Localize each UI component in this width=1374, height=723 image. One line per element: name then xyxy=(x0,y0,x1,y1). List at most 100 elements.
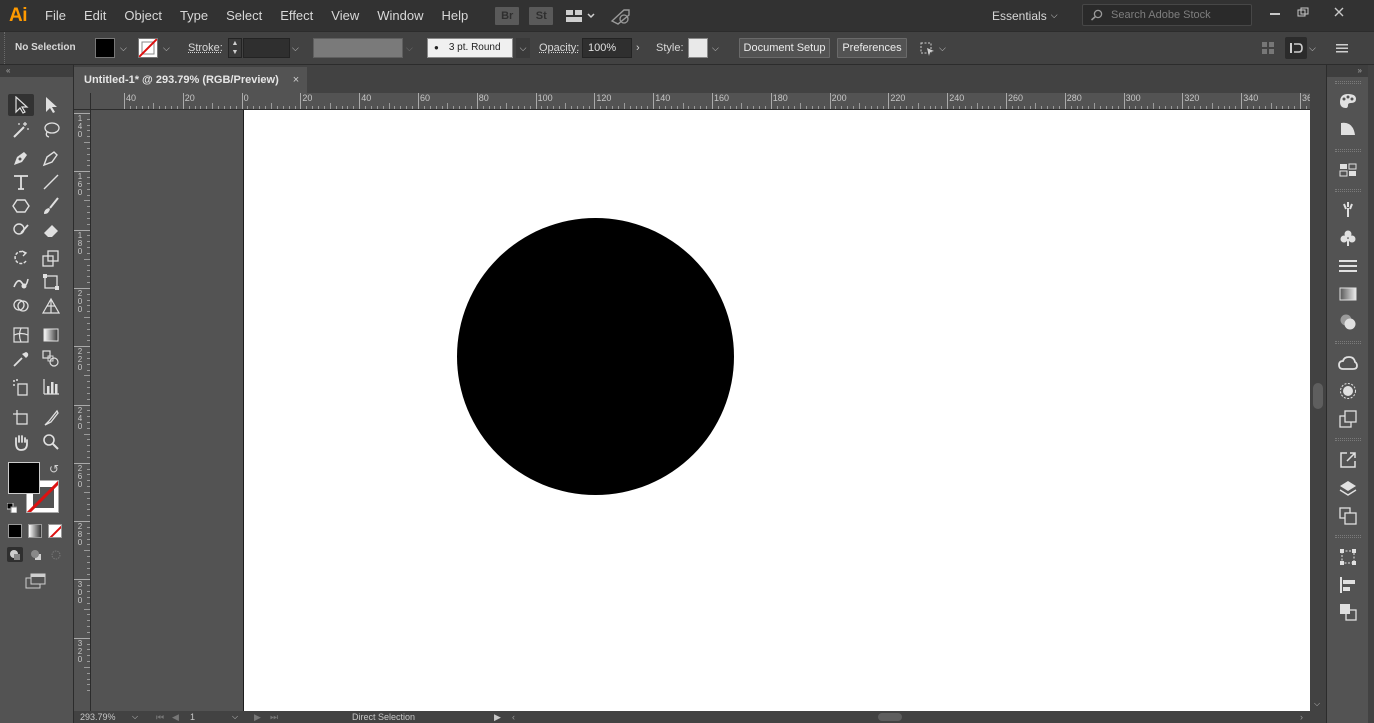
next-artboard-icon[interactable]: ▶ xyxy=(254,712,261,723)
stock-search[interactable] xyxy=(1082,4,1252,26)
select-similar-button[interactable] xyxy=(917,38,937,58)
zoom-chevron-icon[interactable]: ⌵ xyxy=(132,712,138,722)
column-graph-tool[interactable] xyxy=(38,376,64,398)
none-mode-button[interactable] xyxy=(48,524,62,538)
gradient-tool[interactable] xyxy=(38,324,64,346)
stroke-dropdown-chevron-icon[interactable]: ⌵ xyxy=(163,38,170,58)
current-tool-status[interactable]: Direct Selection xyxy=(352,712,415,722)
curvature-tool[interactable] xyxy=(38,147,64,169)
transparency-panel-button[interactable] xyxy=(1336,311,1360,333)
opacity-chevron-right-icon[interactable]: › xyxy=(636,38,640,58)
zoom-level-field[interactable]: 293.79% xyxy=(80,712,116,722)
line-segment-tool[interactable] xyxy=(38,171,64,193)
brushes-panel-button[interactable] xyxy=(1336,198,1360,220)
status-menu-arrow-icon[interactable]: ▶ xyxy=(494,712,501,723)
arrange-documents-button[interactable] xyxy=(563,7,599,25)
artboard-tool[interactable] xyxy=(8,407,34,429)
symbols-panel-button[interactable] xyxy=(1336,227,1360,249)
stroke-weight-stepper[interactable]: ▲ ▼ xyxy=(228,38,242,58)
close-button[interactable] xyxy=(1322,0,1356,24)
draw-inside-button[interactable] xyxy=(48,547,64,562)
dock-grip[interactable] xyxy=(1335,81,1361,84)
color-panel-button[interactable] xyxy=(1336,90,1360,112)
control-bar-grip[interactable] xyxy=(4,32,8,64)
artboards-panel-button[interactable] xyxy=(1336,505,1360,527)
restore-button[interactable] xyxy=(1286,0,1320,24)
menu-type[interactable]: Type xyxy=(171,0,217,31)
menu-object[interactable]: Object xyxy=(115,0,171,31)
ruler-origin[interactable] xyxy=(74,93,91,110)
dock-collapse-icon[interactable]: » xyxy=(1327,65,1368,77)
document-setup-button[interactable]: Document Setup xyxy=(739,38,830,58)
shape-builder-tool[interactable] xyxy=(8,295,34,317)
dock-grip[interactable] xyxy=(1335,149,1361,152)
opacity-field[interactable]: 100% xyxy=(582,38,632,58)
color-mode-button[interactable] xyxy=(8,524,22,538)
stroke-panel-button[interactable] xyxy=(1336,255,1360,277)
draw-normal-button[interactable] xyxy=(7,547,23,562)
menu-file[interactable]: File xyxy=(36,0,75,31)
fill-color-front[interactable] xyxy=(8,462,40,494)
document-tab[interactable]: Untitled-1* @ 293.79% (RGB/Preview) × xyxy=(74,67,307,93)
dock-grip[interactable] xyxy=(1335,535,1361,538)
polygon-tool[interactable] xyxy=(8,195,34,217)
control-panel-menu-button[interactable] xyxy=(1336,38,1350,58)
profile-chevron-icon[interactable]: ⌵ xyxy=(406,38,413,58)
transform-chevron-icon[interactable]: ⌵ xyxy=(1309,38,1316,58)
menu-edit[interactable]: Edit xyxy=(75,0,115,31)
black-circle-shape[interactable] xyxy=(457,218,734,495)
pen-tool[interactable] xyxy=(8,147,34,169)
align-grid-button[interactable] xyxy=(1262,38,1276,58)
canvas-pasteboard[interactable] xyxy=(91,110,1310,711)
menu-effect[interactable]: Effect xyxy=(271,0,322,31)
dock-grip[interactable] xyxy=(1335,189,1361,192)
scroll-right-chevron-icon[interactable]: › xyxy=(1300,712,1303,722)
vertical-ruler[interactable]: 140 160 180 200 220 240 260 280 300 320 xyxy=(74,110,91,711)
type-tool[interactable] xyxy=(8,171,34,193)
menu-select[interactable]: Select xyxy=(217,0,271,31)
swap-fill-stroke-icon[interactable]: ↺ xyxy=(49,462,63,476)
paintbrush-tool[interactable] xyxy=(38,195,64,217)
gradient-mode-button[interactable] xyxy=(28,524,42,538)
blend-tool[interactable] xyxy=(38,348,64,370)
select-similar-chevron-icon[interactable]: ⌵ xyxy=(939,38,946,58)
stroke-swatch[interactable] xyxy=(138,38,158,58)
mesh-tool[interactable] xyxy=(8,324,34,346)
opacity-label[interactable]: Opacity: xyxy=(539,38,579,58)
bridge-button[interactable]: Br xyxy=(495,6,520,25)
scroll-down-chevron-icon[interactable]: ⌵ xyxy=(1314,699,1320,709)
rotate-tool[interactable] xyxy=(8,247,34,269)
transform-panel-button[interactable] xyxy=(1336,546,1360,568)
close-document-icon[interactable]: × xyxy=(293,74,299,86)
last-artboard-icon[interactable]: ⏭ xyxy=(270,712,278,723)
horizontal-scrollbar-thumb[interactable] xyxy=(878,713,902,721)
export-panel-button[interactable] xyxy=(1336,449,1360,471)
appearance-panel-button[interactable] xyxy=(1336,380,1360,402)
change-screen-mode-button[interactable] xyxy=(24,572,48,590)
free-transform-tool[interactable] xyxy=(38,271,64,293)
brush-definition[interactable]: ● 3 pt. Round xyxy=(427,38,513,58)
fill-swatch[interactable] xyxy=(95,38,115,58)
tools-panel-collapse-icon[interactable]: « xyxy=(0,65,73,77)
align-panel-button[interactable] xyxy=(1336,574,1360,596)
shaper-tool[interactable] xyxy=(8,219,34,241)
color-guide-panel-button[interactable] xyxy=(1336,117,1360,139)
transform-button[interactable] xyxy=(1285,37,1307,59)
variable-width-profile[interactable] xyxy=(313,38,403,58)
artboard-chevron-icon[interactable]: ⌵ xyxy=(232,712,238,722)
selection-tool[interactable] xyxy=(8,94,34,116)
workspace-switcher[interactable]: Essentials ⌵ xyxy=(984,5,1066,26)
slice-tool[interactable] xyxy=(38,407,64,429)
vertical-scrollbar-thumb[interactable] xyxy=(1313,383,1323,409)
artboard[interactable] xyxy=(243,110,1310,711)
perspective-grid-tool[interactable] xyxy=(38,295,64,317)
menu-view[interactable]: View xyxy=(322,0,368,31)
horizontal-ruler[interactable]: 40 20 0 20 40 60 80 100 120 140 160 180 200 220 240 260… xyxy=(74,93,1310,110)
default-colors-icon[interactable] xyxy=(6,502,18,514)
eyedropper-tool[interactable] xyxy=(8,348,34,370)
warp-tool[interactable] xyxy=(8,271,34,293)
eraser-tool[interactable] xyxy=(38,219,64,241)
gpu-performance-button[interactable] xyxy=(609,7,633,25)
libraries-panel-button[interactable] xyxy=(1336,352,1360,374)
fill-dropdown-chevron-icon[interactable]: ⌵ xyxy=(120,38,127,58)
